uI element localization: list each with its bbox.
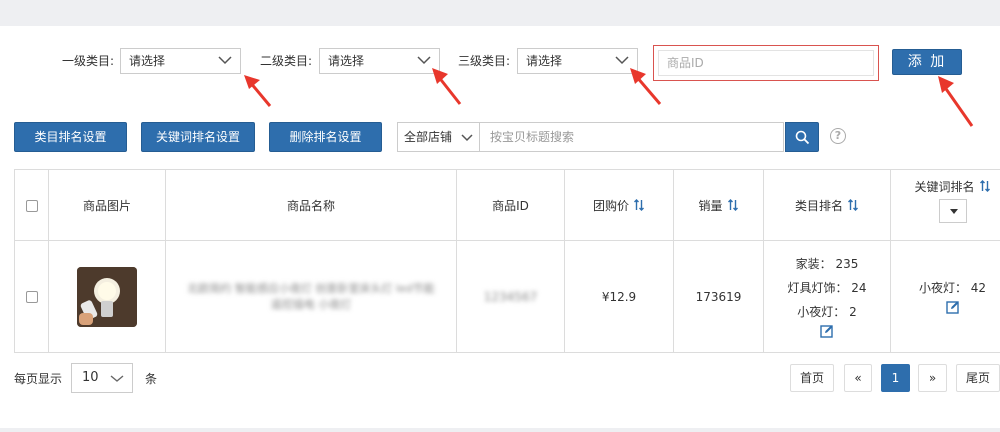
- category-rank-setting-button[interactable]: 类目排名设置: [14, 122, 127, 152]
- row-checkbox[interactable]: [25, 291, 38, 303]
- header-category-rank-label: 类目排名: [794, 198, 843, 213]
- annotation-arrow-icon: [432, 68, 462, 105]
- sort-icon[interactable]: [847, 198, 859, 211]
- product-image: [77, 266, 137, 327]
- annotation-arrow-icon: [244, 75, 272, 107]
- level2-label: 二级类目:: [260, 54, 313, 68]
- keyword-dropdown[interactable]: [938, 199, 967, 223]
- header-name: 商品名称: [165, 169, 457, 241]
- prev-page-button[interactable]: «: [844, 364, 872, 392]
- search-input[interactable]: [479, 122, 784, 152]
- per-page-label: 每页显示: [14, 372, 63, 386]
- category-rank-cell: 家装： 235 灯具灯饰： 24 小夜灯： 2: [763, 240, 891, 353]
- price-cell: ¥12.9: [564, 240, 674, 353]
- header-select-all[interactable]: [14, 169, 49, 241]
- product-name: 北欧简约 智能感应小夜灯 创意卧室床头灯 led节能遥控插电 小夜灯: [187, 281, 435, 311]
- product-id-highlight: [653, 45, 879, 81]
- edit-icon[interactable]: [945, 300, 960, 314]
- level1-select-value: 请选择: [129, 54, 166, 68]
- first-page-button[interactable]: 首页: [790, 364, 834, 392]
- header-sales[interactable]: 销量: [673, 169, 764, 241]
- table-row: 北欧简约 智能感应小夜灯 创意卧室床头灯 led节能遥控插电 小夜灯 12345…: [14, 240, 1000, 353]
- product-image-cell: [48, 240, 166, 353]
- level3-select[interactable]: 请选择: [517, 48, 638, 74]
- header-category-rank[interactable]: 类目排名: [763, 169, 891, 241]
- keyword-rank-cell: 小夜灯： 42: [890, 240, 1000, 353]
- product-table: 商品图片 商品名称 商品ID 团购价 销量 类目排名 关键词排名 北欧简约 智能…: [14, 169, 1000, 353]
- level1-select[interactable]: 请选择: [120, 48, 241, 74]
- bottom-band: [0, 428, 1000, 432]
- row-select-cell[interactable]: [14, 240, 49, 353]
- search-icon: [795, 130, 810, 145]
- level2-select-value: 请选择: [328, 54, 365, 68]
- per-page-select[interactable]: 10: [71, 363, 133, 393]
- header-price[interactable]: 团购价: [564, 169, 674, 241]
- top-band: [0, 0, 1000, 26]
- category-rank-item: 小夜灯： 2: [797, 305, 857, 319]
- chevron-down-icon: [110, 375, 124, 382]
- level2-select[interactable]: 请选择: [319, 48, 440, 74]
- header-price-label: 团购价: [592, 198, 629, 213]
- level3-select-value: 请选择: [526, 54, 563, 68]
- store-select[interactable]: 全部店铺: [397, 122, 480, 152]
- category-rank-item: 灯具灯饰： 24: [787, 281, 867, 295]
- sales-value: 173619: [695, 289, 742, 304]
- per-page-value: 10: [82, 370, 99, 385]
- header-sales-label: 销量: [698, 198, 723, 213]
- annotation-arrow-icon: [938, 76, 974, 127]
- sort-icon[interactable]: [979, 180, 991, 192]
- level1-label: 一级类目:: [62, 54, 115, 68]
- product-name-cell: 北欧简约 智能感应小夜灯 创意卧室床头灯 led节能遥控插电 小夜灯: [165, 240, 457, 353]
- chevron-down-icon: [615, 56, 629, 65]
- select-all-checkbox[interactable]: [25, 199, 38, 212]
- sort-icon[interactable]: [727, 198, 739, 211]
- chevron-down-icon: [417, 56, 431, 65]
- delete-rank-setting-button[interactable]: 删除排名设置: [269, 122, 382, 152]
- product-id: 1234567: [483, 289, 538, 304]
- add-button[interactable]: 添 加: [892, 49, 962, 75]
- search-button[interactable]: [785, 122, 819, 152]
- table-header-row: 商品图片 商品名称 商品ID 团购价 销量 类目排名 关键词排名: [14, 169, 1000, 241]
- help-icon[interactable]: ?: [830, 128, 846, 144]
- per-page-unit: 条: [145, 372, 158, 386]
- caret-down-icon: [949, 209, 958, 214]
- page-1-button[interactable]: 1: [881, 364, 910, 392]
- price-value: ¥12.9: [601, 289, 637, 304]
- header-keyword-rank-label: 关键词排名: [914, 180, 975, 194]
- product-id-input[interactable]: [658, 50, 874, 76]
- annotation-arrow-icon: [630, 68, 662, 105]
- product-id-cell: 1234567: [456, 240, 565, 353]
- header-id: 商品ID: [456, 169, 565, 241]
- header-image: 商品图片: [48, 169, 166, 241]
- category-rank-item: 家装： 235: [795, 257, 859, 271]
- chevron-down-icon: [461, 134, 473, 142]
- chevron-down-icon: [218, 56, 232, 65]
- header-keyword-rank[interactable]: 关键词排名: [890, 169, 1000, 241]
- keyword-rank-item: 小夜灯： 42: [918, 281, 987, 295]
- next-page-button[interactable]: »: [918, 364, 947, 392]
- store-select-value: 全部店铺: [404, 130, 453, 144]
- sort-icon[interactable]: [633, 198, 645, 211]
- keyword-rank-setting-button[interactable]: 关键词排名设置: [141, 122, 255, 152]
- edit-icon[interactable]: [820, 324, 834, 338]
- last-page-button[interactable]: 尾页: [956, 364, 1000, 392]
- sales-cell: 173619: [673, 240, 764, 353]
